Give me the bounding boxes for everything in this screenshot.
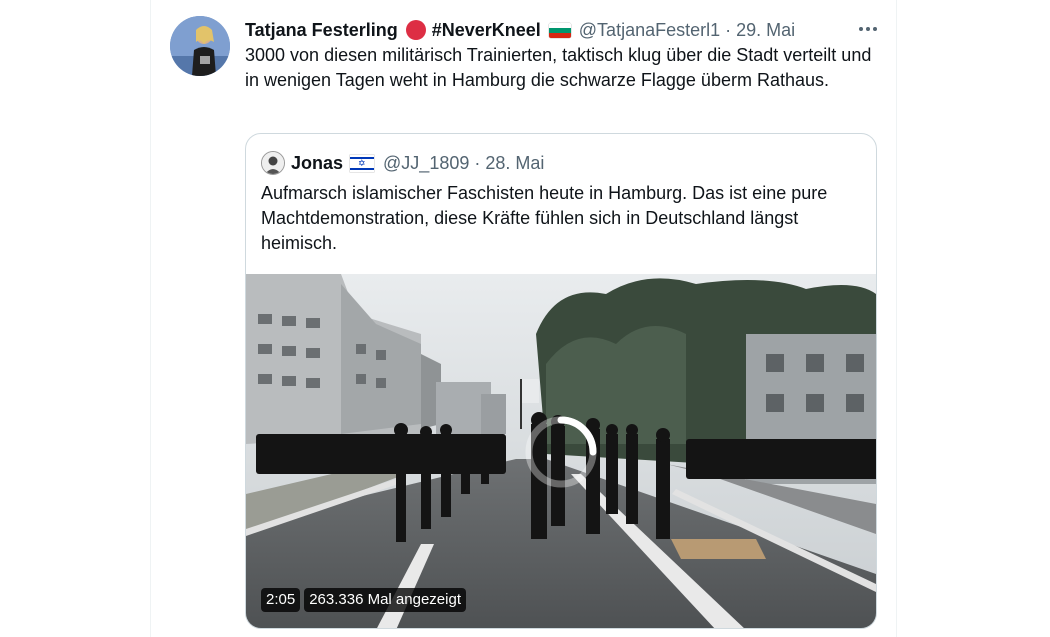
quoted-header-separator: · bbox=[474, 152, 481, 173]
quoted-author-handle[interactable]: @JJ_1809 bbox=[383, 153, 469, 174]
author-avatar[interactable] bbox=[170, 16, 230, 76]
tweet-header: Tatjana Festerling #NeverKneel @TatjanaF… bbox=[245, 18, 795, 42]
quoted-tweet-text: Aufmarsch islamischer Faschisten heute i… bbox=[261, 183, 828, 253]
author-hashtag[interactable]: #NeverKneel bbox=[432, 20, 541, 41]
tweet-text: 3000 von diesen militärisch Trainierten,… bbox=[245, 45, 872, 90]
video-duration: 2:05 bbox=[261, 588, 301, 612]
author-name[interactable]: Tatjana Festerling bbox=[245, 20, 398, 41]
red-circle-icon bbox=[405, 20, 426, 40]
author-handle[interactable]: @TatjanaFesterl1 bbox=[579, 20, 720, 41]
video-badges: 2:05 263.336 Mal angezeigt bbox=[261, 588, 466, 612]
quoted-tweet-card[interactable]: Jonas ✡ @JJ_1809 · 28. Mai Aufmarsch isl… bbox=[245, 133, 877, 629]
video-player[interactable]: 2:05 263.336 Mal angezeigt bbox=[246, 274, 876, 628]
more-options-icon[interactable] bbox=[856, 17, 880, 41]
tweet-date[interactable]: 29. Mai bbox=[736, 20, 795, 41]
bulgaria-flag-icon bbox=[548, 22, 571, 38]
quoted-author-avatar[interactable] bbox=[261, 151, 285, 175]
video-view-count: 263.336 Mal angezeigt bbox=[304, 588, 466, 612]
loading-spinner-icon bbox=[525, 416, 597, 488]
quoted-tweet-date[interactable]: 28. Mai bbox=[485, 153, 544, 174]
header-separator: · bbox=[725, 19, 732, 40]
israel-flag-icon: ✡ bbox=[350, 154, 375, 172]
quoted-author-name[interactable]: Jonas bbox=[291, 153, 343, 174]
quoted-tweet-header: Jonas ✡ @JJ_1809 · 28. Mai bbox=[261, 150, 544, 176]
